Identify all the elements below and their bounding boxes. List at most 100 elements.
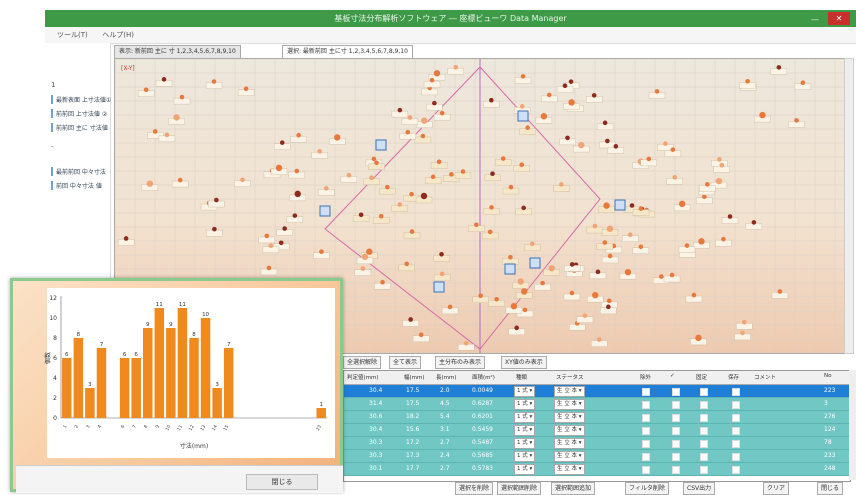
column-header[interactable]: 種類 bbox=[516, 373, 527, 381]
row-checkbox[interactable] bbox=[732, 453, 740, 461]
scatter-point bbox=[777, 289, 783, 294]
sidebar-item[interactable]: 前回 中々寸法 値 bbox=[51, 181, 102, 190]
deselect-all-button[interactable]: 全選択解除 bbox=[343, 356, 382, 369]
row-checkbox[interactable] bbox=[700, 388, 708, 396]
grid-scrollbar[interactable] bbox=[849, 370, 856, 480]
status-dropdown[interactable]: 生 立 本 ▾ bbox=[554, 386, 585, 397]
scatter-point bbox=[294, 168, 300, 174]
table-row[interactable]: 30.6 18.2 5.4 0.6201 1 式 ▾ 生 立 本 ▾ 276 bbox=[344, 411, 850, 424]
clear-filter-button[interactable]: フィルタ削除 bbox=[625, 482, 669, 495]
column-header[interactable]: No bbox=[824, 373, 831, 379]
sidebar-item[interactable]: 前前回 上寸法値 ② bbox=[51, 109, 107, 118]
row-checkbox[interactable] bbox=[700, 401, 708, 409]
menu-help[interactable]: ヘルプ(H) bbox=[102, 27, 134, 43]
show-all-button[interactable]: 全て表示 bbox=[389, 356, 422, 369]
scatter-point bbox=[514, 325, 519, 331]
scatter-point bbox=[420, 133, 426, 139]
scatter-point bbox=[606, 298, 612, 304]
row-checkbox[interactable] bbox=[700, 466, 708, 474]
row-checkbox[interactable] bbox=[642, 427, 650, 435]
delete-selection-button[interactable]: 選択を削除 bbox=[455, 482, 494, 495]
column-header[interactable]: 除外 bbox=[640, 373, 651, 381]
row-checkbox[interactable] bbox=[732, 414, 740, 422]
column-header[interactable]: 面積(m²) bbox=[472, 373, 495, 381]
column-header[interactable]: コメント bbox=[754, 373, 776, 381]
column-header[interactable]: 幅(mm) bbox=[404, 373, 425, 381]
row-checkbox[interactable] bbox=[732, 401, 740, 409]
row-checkbox[interactable] bbox=[700, 453, 708, 461]
title-bar: 基板寸法分布解析ソフトウェア ― 座標ビューワ Data Manager — ✕ bbox=[45, 10, 856, 27]
minimize-button[interactable]: — bbox=[808, 11, 822, 25]
row-checkbox[interactable] bbox=[672, 388, 680, 396]
table-row[interactable]: 30.3 17.3 2.4 0.5685 1 式 ▾ 生 立 本 ▾ 233 bbox=[344, 450, 850, 463]
close-main-button[interactable]: 閉じる bbox=[817, 482, 844, 495]
type-dropdown[interactable]: 1 式 ▾ bbox=[514, 399, 536, 410]
column-header[interactable]: 保存 bbox=[728, 373, 739, 381]
menu-tools[interactable]: ツール(T) bbox=[57, 27, 88, 43]
column-header[interactable]: 固定 bbox=[696, 373, 707, 381]
scatter-point bbox=[582, 313, 588, 318]
table-row[interactable]: 30.3 17.2 2.7 0.5487 1 式 ▾ 生 立 本 ▾ 78 bbox=[344, 437, 850, 450]
row-checkbox[interactable] bbox=[672, 466, 680, 474]
type-dropdown[interactable]: 1 式 ▾ bbox=[514, 412, 536, 423]
type-dropdown[interactable]: 1 式 ▾ bbox=[514, 438, 536, 449]
row-checkbox[interactable] bbox=[732, 466, 740, 474]
add-range-button[interactable]: 選択範囲追加 bbox=[551, 482, 596, 495]
row-checkbox[interactable] bbox=[642, 453, 650, 461]
row-checkbox[interactable] bbox=[672, 453, 680, 461]
tab-selection[interactable]: 選択: 最新前回 主に寸 1,2,3,4,5,6,7,8,9,10 bbox=[282, 45, 413, 58]
bar-data-label: 1 bbox=[319, 402, 323, 408]
scatter-point bbox=[658, 274, 664, 279]
table-row[interactable]: 30.4 17.5 2.0 0.0049 1 式 ▾ 生 立 本 ▾ 223 bbox=[344, 385, 850, 398]
status-dropdown[interactable]: 生 立 本 ▾ bbox=[554, 451, 585, 462]
row-checkbox[interactable] bbox=[642, 401, 650, 409]
table-row[interactable]: 30.1 17.7 2.7 0.5783 1 式 ▾ 生 立 本 ▾ 248 bbox=[344, 463, 850, 476]
sidebar-item[interactable]: 前前回 主に 寸法値 bbox=[51, 123, 108, 132]
row-checkbox[interactable] bbox=[700, 414, 708, 422]
row-checkbox[interactable] bbox=[672, 440, 680, 448]
row-checkbox[interactable] bbox=[642, 414, 650, 422]
column-header[interactable]: 長(mm) bbox=[436, 373, 457, 381]
show-main-button[interactable]: 主分布のみ表示 bbox=[435, 356, 486, 369]
grid-header: 判定値(mm) 幅(mm) 長(mm) 面積(m²) 種類 ステータス 除外 ✓… bbox=[344, 371, 850, 385]
sidebar-item[interactable]: 最新表面 上寸法値① bbox=[51, 95, 111, 104]
row-checkbox[interactable] bbox=[642, 440, 650, 448]
type-dropdown[interactable]: 1 式 ▾ bbox=[514, 386, 536, 397]
row-checkbox[interactable] bbox=[732, 388, 740, 396]
table-cell: 0.5459 bbox=[472, 426, 493, 433]
scatter-point bbox=[432, 100, 437, 106]
table-row[interactable]: 30.4 15.6 3.1 0.5459 1 式 ▾ 生 立 本 ▾ 124 bbox=[344, 424, 850, 437]
table-row[interactable]: 31.4 17.5 4.5 0.6287 1 式 ▾ 生 立 本 ▾ 3 bbox=[344, 398, 850, 411]
sidebar-item[interactable]: 最前前回 中々寸法 bbox=[51, 167, 106, 176]
row-checkbox[interactable] bbox=[672, 401, 680, 409]
row-checkbox[interactable] bbox=[672, 414, 680, 422]
column-header[interactable]: ステータス bbox=[556, 373, 584, 381]
close-button[interactable]: ✕ bbox=[828, 12, 850, 25]
column-header[interactable]: 判定値(mm) bbox=[347, 373, 379, 381]
row-checkbox[interactable] bbox=[732, 427, 740, 435]
type-dropdown[interactable]: 1 式 ▾ bbox=[514, 451, 536, 462]
status-dropdown[interactable]: 生 立 本 ▾ bbox=[554, 412, 585, 423]
row-checkbox[interactable] bbox=[700, 427, 708, 435]
status-dropdown[interactable]: 生 立 本 ▾ bbox=[554, 464, 585, 475]
histogram-close-button[interactable]: 閉じる bbox=[246, 474, 318, 490]
row-checkbox[interactable] bbox=[732, 440, 740, 448]
show-xy-button[interactable]: XY値のみ表示 bbox=[501, 356, 547, 369]
status-dropdown[interactable]: 生 立 本 ▾ bbox=[554, 425, 585, 436]
row-checkbox[interactable] bbox=[642, 388, 650, 396]
plot-scrollbar[interactable] bbox=[844, 58, 854, 354]
status-dropdown[interactable]: 生 立 本 ▾ bbox=[554, 438, 585, 449]
row-checkbox[interactable] bbox=[672, 427, 680, 435]
delete-range-button[interactable]: 選択範囲削除 bbox=[497, 482, 542, 495]
type-dropdown[interactable]: 1 式 ▾ bbox=[514, 425, 536, 436]
row-checkbox[interactable] bbox=[700, 440, 708, 448]
column-header[interactable]: ✓ bbox=[670, 373, 675, 379]
type-dropdown[interactable]: 1 式 ▾ bbox=[514, 464, 536, 475]
tab-display[interactable]: 表示: 新前回 主に 寸 1,2,3,4,5,6,7,8,9,10 bbox=[114, 45, 241, 58]
clear-button[interactable]: クリア bbox=[763, 482, 790, 495]
csv-export-button[interactable]: CSV出力 bbox=[683, 482, 716, 495]
scatter-point bbox=[409, 191, 414, 197]
scatter-point bbox=[613, 144, 619, 149]
row-checkbox[interactable] bbox=[642, 466, 650, 474]
status-dropdown[interactable]: 生 立 本 ▾ bbox=[554, 399, 585, 410]
